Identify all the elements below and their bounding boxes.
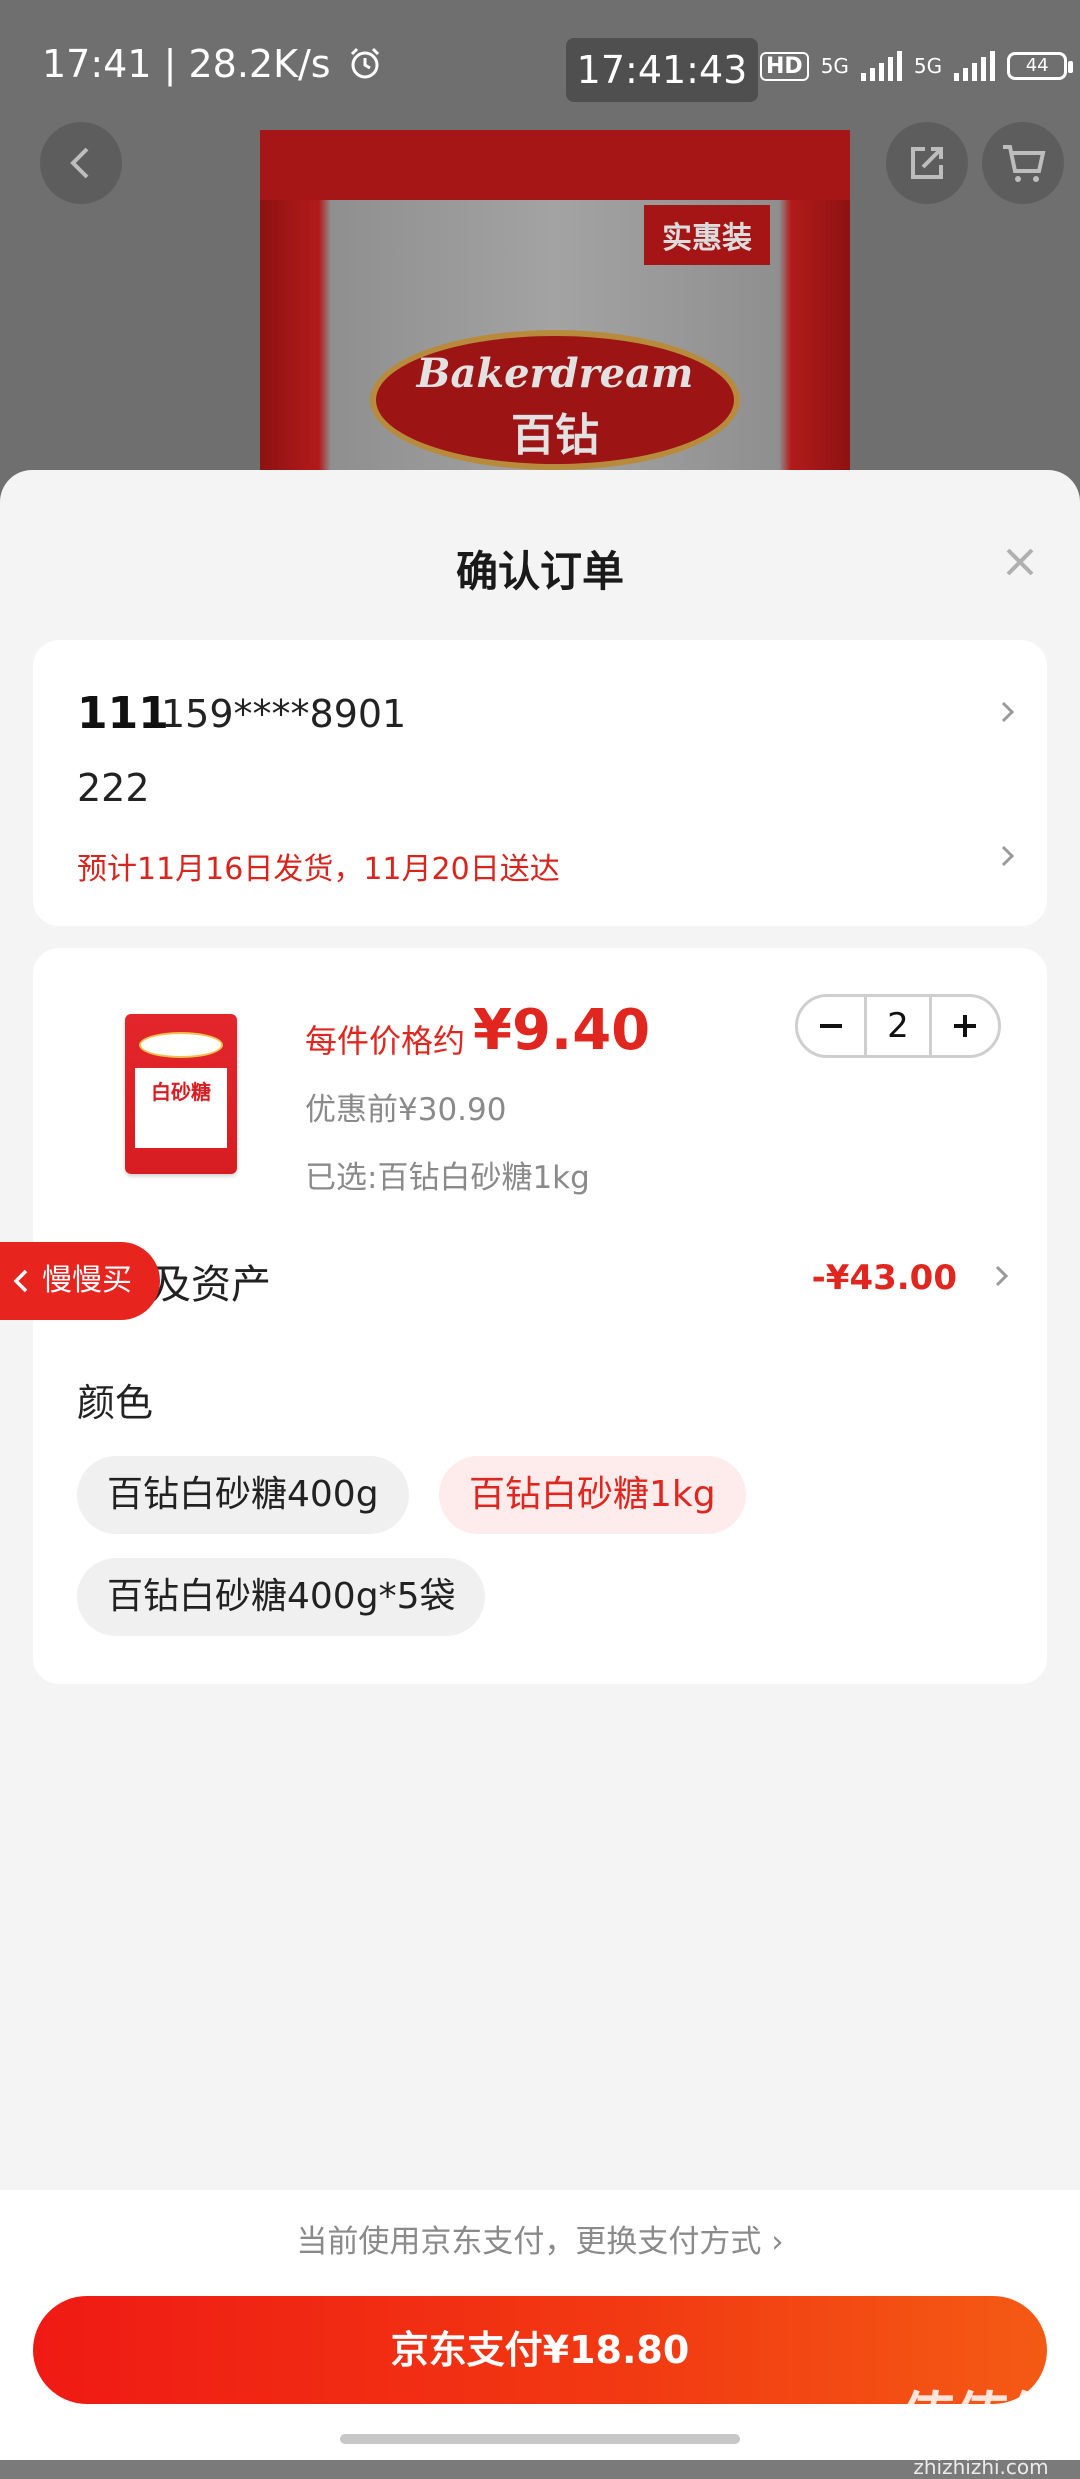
site-watermark: 值值值 zhizhizhi.com (900, 2387, 1064, 2479)
cart-icon (1003, 145, 1046, 182)
manmanmai-tab[interactable]: 慢慢买 (0, 1242, 160, 1320)
color-option[interactable]: 百钻白砂糖400g (77, 1456, 409, 1534)
share-button[interactable] (886, 122, 968, 204)
original-price: 优惠前¥30.90 (305, 1092, 507, 1128)
status-bar: 17:41 | 28.2K/s 17:41:43 HD 5G 5G 44 (0, 0, 1080, 130)
hd-icon: HD (760, 51, 809, 81)
minus-icon (820, 1024, 842, 1028)
sheet-title: 确认订单 (455, 547, 624, 596)
quantity-stepper: 2 (795, 994, 1001, 1058)
status-icons: HD 5G 5G 44 (760, 46, 1074, 86)
address-card[interactable]: 111 159****8901 222 预计11月16日发货，11月20日送达 (33, 640, 1047, 926)
address-line: 222 (77, 766, 150, 810)
color-title: 颜色 (77, 1381, 154, 1425)
plus-icon (954, 1015, 976, 1037)
quantity-value[interactable]: 2 (864, 997, 932, 1055)
signal-icon (954, 51, 996, 81)
chevron-left-icon (13, 1269, 28, 1293)
pay-button[interactable]: 京东支付¥18.80 (33, 2296, 1047, 2404)
chevron-right-icon (1001, 701, 1015, 723)
color-option[interactable]: 百钻白砂糖400g*5袋 (77, 1558, 486, 1636)
assets-discount[interactable]: -¥43.00 (812, 1258, 957, 1298)
close-icon[interactable] (1000, 542, 1040, 582)
unit-price: ¥9.40 (473, 998, 651, 1063)
center-clock: 17:41:43 (566, 38, 758, 102)
alarm-icon (350, 47, 379, 79)
product-card: 白砂糖 每件价格约 ¥9.40 优惠前¥30.90 已选:百钻白砂糖1kg 2 … (33, 948, 1047, 1684)
decrease-button[interactable] (798, 997, 864, 1055)
change-payment-link[interactable]: 当前使用京东支付，更换支付方式 › (0, 2216, 1080, 2261)
net-label-2: 5G (913, 54, 943, 78)
color-option-selected[interactable]: 百钻白砂糖1kg (439, 1456, 746, 1534)
brand-logo: Bakerdream 百钻 (370, 330, 740, 470)
delivery-estimate[interactable]: 预计11月16日发货，11月20日送达 (77, 844, 560, 888)
chevron-right-icon (995, 1265, 1009, 1287)
recipient-name: 111 (77, 688, 169, 739)
product-thumbnail[interactable]: 白砂糖 (125, 1014, 237, 1174)
product-hero-image: 实惠装 Bakerdream 百钻 (260, 130, 850, 520)
signal-icon (860, 51, 902, 81)
chevron-left-icon (70, 147, 89, 179)
cart-button[interactable] (982, 122, 1064, 204)
price-label: 每件价格约 (305, 1022, 466, 1060)
assets-label: 及资产 (151, 1262, 271, 1308)
battery-icon: 44 (1007, 52, 1074, 80)
selected-variant: 已选:百钻白砂糖1kg (305, 1160, 590, 1196)
value-pack-tag: 实惠装 (644, 205, 770, 265)
chevron-right-icon (1001, 845, 1015, 867)
back-button[interactable] (40, 122, 122, 204)
confirm-order-sheet: 确认订单 111 159****8901 222 预计11月16日发货，11月2… (0, 470, 1080, 2460)
share-icon (911, 147, 943, 179)
recipient-phone: 159****8901 (161, 692, 407, 736)
home-indicator[interactable] (340, 2434, 740, 2444)
status-time-speed: 17:41 | 28.2K/s (42, 42, 383, 86)
net-label-1: 5G (820, 54, 849, 78)
increase-button[interactable] (932, 997, 998, 1055)
